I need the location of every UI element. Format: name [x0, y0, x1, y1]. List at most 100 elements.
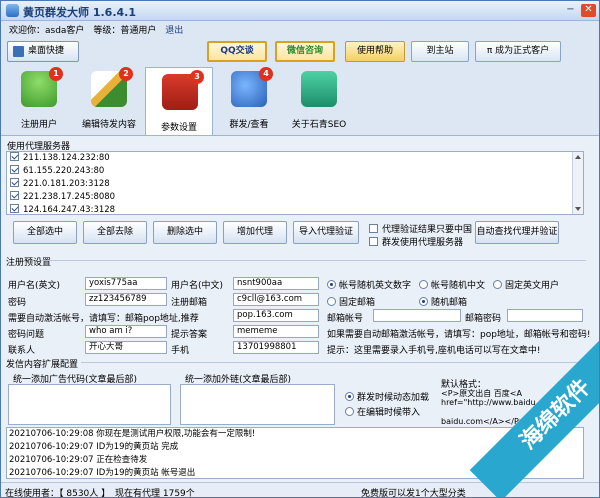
nav-label: 群发/查看	[229, 120, 269, 130]
username-cn-input[interactable]: nsnt900aa	[233, 277, 319, 290]
reg-section-title: 注册预设置	[6, 258, 52, 268]
ad-code-textarea[interactable]	[8, 384, 171, 425]
list-item[interactable]: 221.238.17.245:8080	[7, 191, 583, 204]
field-label: 用户名(中文)	[171, 281, 224, 291]
auto-find-proxy-button[interactable]: 自动查找代理并验证	[475, 221, 559, 244]
default-format-line: baidu.com</A></P>	[441, 417, 526, 426]
external-link-textarea[interactable]	[180, 384, 335, 425]
delete-selected-button[interactable]: 删除选中	[153, 221, 217, 244]
radio[interactable]	[419, 280, 428, 289]
step-badge: 2	[119, 67, 133, 81]
become-customer-button[interactable]: π 成为正式客户	[475, 41, 561, 62]
wechat-consult-button[interactable]: 微信咨询	[275, 41, 335, 62]
checkbox[interactable]	[10, 152, 19, 161]
field-label: 联系人	[8, 346, 36, 356]
pi-icon: π	[486, 46, 493, 56]
nav-edit-content[interactable]: 2 编辑待发内容	[75, 65, 143, 133]
radio[interactable]	[345, 407, 354, 416]
checkbox[interactable]	[10, 204, 19, 213]
nav-about[interactable]: 关于石青SEO	[285, 65, 353, 133]
checkbox[interactable]	[10, 191, 19, 200]
online-users: 在线使用者：【 8530人 】	[5, 489, 111, 498]
help-button[interactable]: 使用帮助	[345, 41, 405, 62]
select-all-button[interactable]: 全部选中	[13, 221, 77, 244]
content-section-title: 发信内容扩展配置	[6, 360, 79, 370]
field-label: 手机	[171, 346, 190, 356]
minimize-button[interactable]: −	[564, 4, 577, 17]
pop-hint-text: 如果需要自动邮箱激活帐号，请填写：pop地址，邮箱帐号和密码!	[327, 330, 591, 340]
proxy-list-scrollbar[interactable]	[572, 152, 583, 214]
nav-register-users[interactable]: 1 注册用户	[5, 65, 73, 133]
import-proxy-button[interactable]: 导入代理验证	[293, 221, 359, 244]
qq-chat-button[interactable]: QQ交谈	[207, 41, 267, 62]
radio[interactable]	[327, 297, 336, 306]
nav-send-view[interactable]: 4 群发/查看	[215, 65, 283, 133]
nav-label: 编辑待发内容	[81, 120, 136, 130]
checkbox[interactable]	[10, 165, 19, 174]
random-email-radio[interactable]: 随机邮箱	[419, 295, 467, 308]
radio[interactable]	[493, 280, 502, 289]
field-label: 密码	[8, 298, 27, 308]
user-level: 等级：普通用户	[93, 26, 157, 36]
step-badge: 4	[259, 67, 273, 81]
close-button[interactable]: ✕	[581, 4, 596, 17]
list-item[interactable]: 61.155.220.243:80	[7, 165, 583, 178]
nav-label: 关于石青SEO	[291, 120, 347, 130]
nav-label: 参数设置	[160, 123, 197, 133]
app-logo-icon	[6, 4, 19, 17]
list-item[interactable]: 221.0.181.203:3128	[7, 178, 583, 191]
use-proxy-option[interactable]: 群发使用代理服务器	[369, 235, 463, 248]
desktop-shortcut-button[interactable]: 桌面快捷	[7, 41, 79, 62]
free-version-note: 免费版可以发1个大型分类	[361, 489, 466, 498]
logout-link[interactable]: 退出	[165, 26, 183, 36]
dynamic-load-radio[interactable]: 群发时候动态加载	[345, 390, 429, 403]
field-label: 需要自动激活帐号，请填写：邮箱pop地址,推荐	[8, 314, 199, 324]
list-item[interactable]: 124.164.247.43:3128	[7, 204, 583, 214]
radio[interactable]	[345, 392, 354, 401]
china-only-option[interactable]: 代理验证结果只要中国	[369, 222, 472, 235]
title-bar: 黄页群发大师 1.6.4.1 − ✕	[1, 1, 599, 21]
radio[interactable]	[419, 297, 428, 306]
monitor-icon	[13, 46, 24, 57]
contact-input[interactable]: 开心大哥	[85, 341, 167, 354]
security-answer-input[interactable]: mememe	[233, 325, 319, 338]
checkbox[interactable]	[369, 224, 378, 233]
mail-account-input[interactable]	[373, 309, 461, 322]
fixed-en-radio[interactable]: 固定英文用户	[493, 278, 559, 291]
field-label: 注册邮箱	[171, 298, 208, 308]
field-label: 邮箱密码	[465, 314, 502, 324]
email-input[interactable]: c9cll@163.com	[233, 293, 319, 306]
window-title: 黄页群发大师 1.6.4.1	[23, 6, 136, 19]
username-en-input[interactable]: yoxis775aa	[85, 277, 167, 290]
step-badge: 3	[190, 70, 204, 84]
deselect-all-button[interactable]: 全部去除	[83, 221, 147, 244]
proxy-count: 现在有代理 1759个	[115, 489, 195, 498]
field-label: 邮箱帐号	[327, 314, 364, 324]
phone-hint-text: 提示：这里需要录入手机号,座机电话可以写在文章中!	[327, 346, 541, 356]
random-cn-radio[interactable]: 帐号随机中文	[419, 278, 485, 291]
edit-insert-radio[interactable]: 在编辑时候带入	[345, 405, 420, 418]
mail-password-input[interactable]	[507, 309, 583, 322]
fixed-email-radio[interactable]: 固定邮箱	[327, 295, 375, 308]
field-label: 用户名(英文)	[8, 281, 61, 291]
phone-input[interactable]: 13701998801	[233, 341, 319, 354]
nav-parameter-settings[interactable]: 3 参数设置	[145, 67, 213, 135]
radio[interactable]	[327, 280, 336, 289]
list-item[interactable]: 211.138.124.232:80	[7, 152, 583, 165]
field-label: 密码问题	[8, 330, 45, 340]
add-proxy-button[interactable]: 增加代理	[223, 221, 287, 244]
security-question-input[interactable]: who am i?	[85, 325, 167, 338]
divider	[81, 362, 586, 363]
nav-label: 注册用户	[20, 120, 57, 130]
password-input[interactable]: zz123456789	[85, 293, 167, 306]
random-en-radio[interactable]: 帐号随机英文数字	[327, 278, 411, 291]
proxy-list[interactable]: 211.138.124.232:80 61.155.220.243:80 221…	[6, 151, 584, 215]
image-frame-icon	[301, 71, 337, 107]
main-site-button[interactable]: 到主站	[411, 41, 469, 62]
divider	[41, 260, 586, 261]
field-label: 提示答案	[171, 330, 208, 340]
checkbox[interactable]	[10, 178, 19, 187]
pop-address-input[interactable]: pop.163.com	[233, 309, 319, 322]
checkbox[interactable]	[369, 237, 378, 246]
user-info-bar: 欢迎你：asda客户 等级：普通用户 退出	[9, 23, 189, 36]
